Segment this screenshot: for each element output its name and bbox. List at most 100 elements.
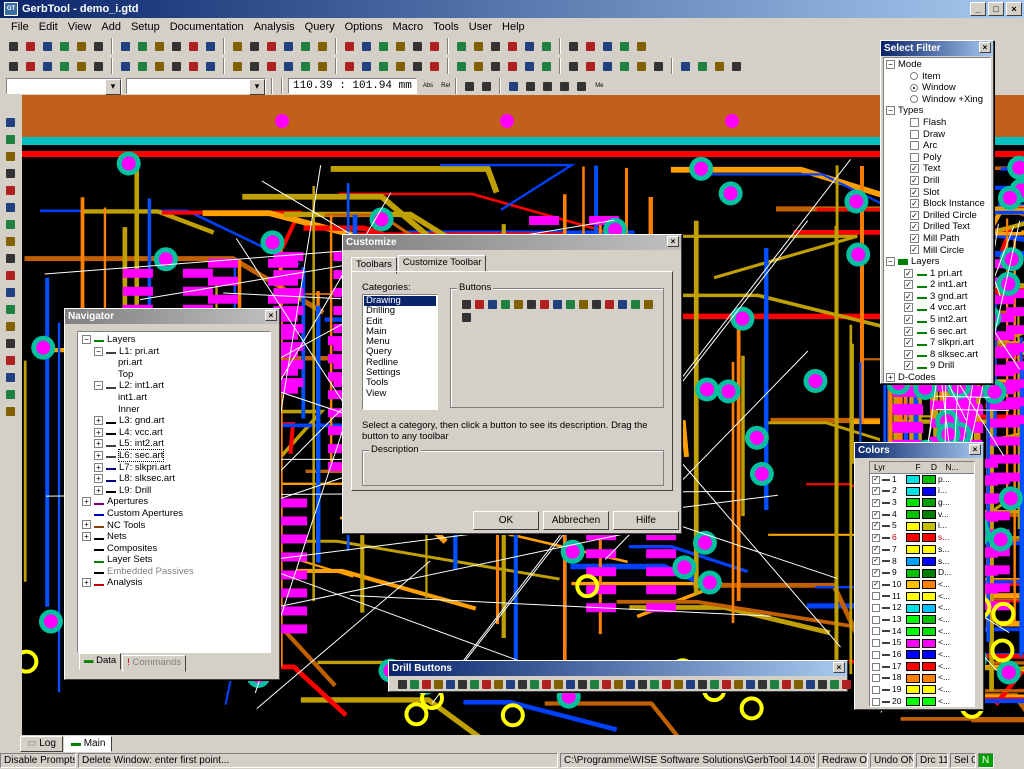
layer-visible-checkbox[interactable] [872, 674, 880, 683]
edit-tool-icon[interactable] [118, 59, 133, 74]
left-tool-icon[interactable] [3, 353, 17, 367]
left-tool-icon[interactable] [3, 183, 17, 197]
draw-color-swatch[interactable] [922, 580, 936, 590]
flash-color-swatch[interactable] [906, 591, 920, 601]
layer-visible-checkbox[interactable]: ✓ [872, 533, 880, 542]
tab-log[interactable]: ▭ Log [20, 736, 63, 752]
mode-option[interactable]: Item [886, 71, 988, 83]
draw-color-swatch[interactable] [922, 475, 936, 485]
expand-toggle[interactable]: + [82, 520, 91, 530]
layer-visible-checkbox[interactable]: ✓ [872, 498, 880, 507]
expand-toggle[interactable]: + [82, 578, 91, 588]
color-layer-row[interactable]: 11 <... [870, 591, 974, 603]
navigator-tree-item[interactable]: + L8: slksec.art [82, 473, 266, 485]
draw-color-swatch[interactable] [922, 568, 936, 578]
left-tool-icon[interactable] [3, 387, 17, 401]
mode-option[interactable]: Window +Xing [886, 94, 988, 106]
layer-combo[interactable] [6, 78, 122, 95]
edit-tool-icon[interactable] [281, 59, 296, 74]
left-tool-icon[interactable] [3, 251, 17, 265]
draw-color-swatch[interactable] [922, 510, 936, 520]
drill-tool-icon[interactable] [611, 677, 623, 690]
expand-toggle[interactable]: + [94, 474, 103, 484]
color-layer-row[interactable]: ✓ 7 s... [870, 544, 974, 556]
edit-tool-icon[interactable] [264, 59, 279, 74]
main-tool-icon[interactable] [298, 39, 313, 54]
navigator-tree-item[interactable]: Top [82, 369, 266, 381]
draw-color-swatch[interactable] [922, 603, 936, 613]
drill-tool-icon[interactable] [719, 677, 731, 690]
edit-tool-icon[interactable] [40, 59, 55, 74]
edit-tool-icon[interactable] [678, 59, 693, 74]
navigator-tree-item[interactable]: − Layers [82, 334, 266, 346]
edit-tool-icon[interactable] [298, 59, 313, 74]
main-tool-icon[interactable] [600, 39, 615, 54]
expand-toggle[interactable]: + [94, 450, 103, 460]
main-tool-icon[interactable] [247, 39, 262, 54]
navigator-tree-item[interactable]: + L4: vcc.art [82, 427, 266, 439]
flash-color-swatch[interactable] [906, 626, 920, 636]
color-layer-row[interactable]: ✓ 1 p... [870, 474, 974, 486]
flash-color-swatch[interactable] [906, 521, 920, 531]
drill-tool-icon[interactable] [455, 677, 467, 690]
menu-options[interactable]: Options [340, 21, 388, 33]
drill-tool-icon[interactable] [815, 677, 827, 690]
drill-tool-icon[interactable] [755, 677, 767, 690]
drawing-button-icon[interactable] [524, 297, 536, 309]
drill-tool-icon[interactable] [443, 677, 455, 690]
drill-tool-icon[interactable] [731, 677, 743, 690]
left-tool-icon[interactable] [3, 285, 17, 299]
drill-tool-icon[interactable] [539, 677, 551, 690]
redraw-status[interactable]: Redraw ON [818, 753, 868, 768]
snap-icon[interactable] [506, 79, 521, 94]
flash-color-swatch[interactable] [906, 638, 920, 648]
main-tool-icon[interactable] [203, 39, 218, 54]
type-option[interactable]: ✓ Block Instance [886, 198, 988, 210]
type-option[interactable]: Flash [886, 117, 988, 129]
menu-user[interactable]: User [464, 21, 497, 33]
expand-toggle[interactable]: + [94, 439, 103, 449]
layer-visible-checkbox[interactable]: ✓ [872, 545, 880, 554]
drawing-button-icon[interactable] [498, 297, 510, 309]
layer-option[interactable]: ✓ 9 Drill [886, 360, 988, 372]
drill-tool-icon[interactable] [527, 677, 539, 690]
abs-button[interactable]: Abs [423, 83, 433, 89]
flash-color-swatch[interactable] [906, 697, 920, 706]
draw-color-swatch[interactable] [922, 638, 936, 648]
layer-visible-checkbox[interactable] [872, 639, 880, 648]
edit-tool-icon[interactable] [91, 59, 106, 74]
type-option[interactable]: ✓ Slot [886, 187, 988, 199]
draw-color-swatch[interactable] [922, 591, 936, 601]
edit-tool-icon[interactable] [186, 59, 201, 74]
edit-tool-icon[interactable] [651, 59, 666, 74]
layer-visible-checkbox[interactable]: ✓ [872, 569, 880, 578]
navigator-tree-item[interactable]: + L5: int2.art [82, 438, 266, 450]
layer-visible-checkbox[interactable]: ✓ [872, 510, 880, 519]
types-group[interactable]: − Types [886, 105, 988, 117]
drill-tool-icon[interactable] [503, 677, 515, 690]
edit-tool-icon[interactable] [454, 59, 469, 74]
main-tool-icon[interactable] [522, 39, 537, 54]
flash-color-swatch[interactable] [906, 556, 920, 566]
drill-tool-icon[interactable] [647, 677, 659, 690]
edit-tool-icon[interactable] [6, 59, 21, 74]
menu-setup[interactable]: Setup [126, 21, 165, 33]
flash-color-swatch[interactable] [906, 533, 920, 543]
menu-macro[interactable]: Macro [388, 21, 429, 33]
draw-color-swatch[interactable] [922, 626, 936, 636]
layer-visible-checkbox[interactable] [872, 592, 880, 601]
draw-color-swatch[interactable] [922, 685, 936, 695]
edit-tool-icon[interactable] [522, 59, 537, 74]
edit-tool-icon[interactable] [203, 59, 218, 74]
flash-color-swatch[interactable] [906, 568, 920, 578]
drill-tool-icon[interactable] [419, 677, 431, 690]
drawing-button-icon[interactable] [550, 297, 562, 309]
navigator-tree-item[interactable]: Inner [82, 404, 266, 416]
main-tool-icon[interactable] [539, 39, 554, 54]
navigator-tree-item[interactable]: Embedded Passives [82, 566, 266, 578]
drill-tool-icon[interactable] [587, 677, 599, 690]
layer-visible-checkbox[interactable]: ✓ [872, 522, 880, 531]
type-option[interactable]: Arc [886, 140, 988, 152]
layer-visible-checkbox[interactable] [872, 662, 880, 671]
tab-main[interactable]: ▬ Main [63, 736, 113, 752]
